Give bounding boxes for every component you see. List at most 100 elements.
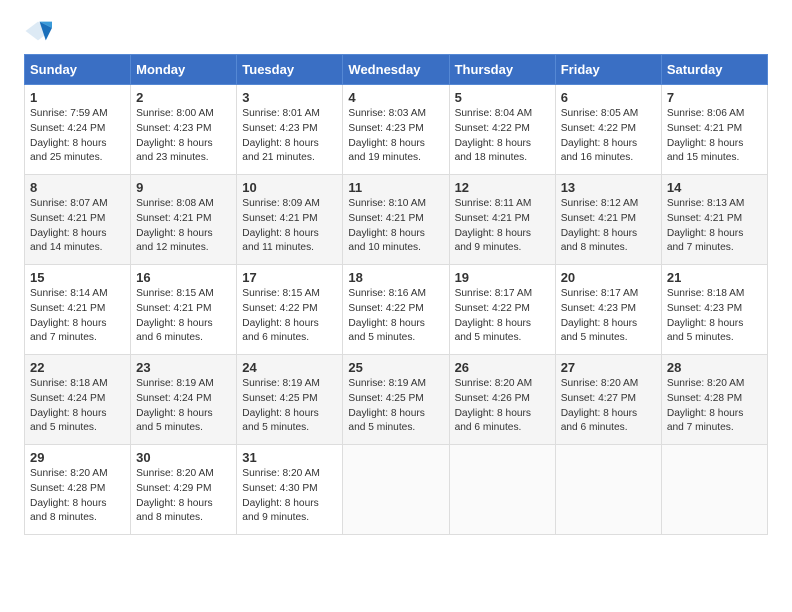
calendar-cell: 24Sunrise: 8:19 AMSunset: 4:25 PMDayligh… — [237, 355, 343, 445]
cell-info: Sunrise: 8:17 AMSunset: 4:23 PMDaylight:… — [561, 288, 639, 343]
day-number: 22 — [30, 360, 125, 375]
calendar-cell: 13 Sunrise: 8:12 AMSunset: 4:21 PMDayligh… — [555, 175, 661, 265]
day-number: 16 — [136, 270, 231, 285]
calendar-cell — [661, 445, 767, 535]
calendar-cell: 19Sunrise: 8:17 AMSunset: 4:22 PMDayligh… — [449, 265, 555, 355]
cell-info: Sunrise: 8:12 AMSunset: 4:21 PMDaylight:… — [561, 198, 639, 253]
day-number: 19 — [455, 270, 550, 285]
calendar-cell: 16 Sunrise: 8:15 AMSunset: 4:21 PMDayligh… — [131, 265, 237, 355]
calendar-header-row: SundayMondayTuesdayWednesdayThursdayFrid… — [25, 55, 768, 85]
calendar-cell: 10 Sunrise: 8:09 AMSunset: 4:21 PMDayligh… — [237, 175, 343, 265]
day-number: 4 — [348, 90, 443, 105]
day-number: 12 — [455, 180, 550, 195]
logo-icon — [24, 20, 52, 42]
day-header-wednesday: Wednesday — [343, 55, 449, 85]
day-number: 23 — [136, 360, 231, 375]
calendar-cell: 25 Sunrise: 8:19 AMSunset: 4:25 PMDayligh… — [343, 355, 449, 445]
day-number: 11 — [348, 180, 443, 195]
day-number: 31 — [242, 450, 337, 465]
cell-info: Sunrise: 8:19 AMSunset: 4:24 PMDaylight:… — [136, 378, 214, 433]
cell-info: Sunrise: 8:14 AMSunset: 4:21 PMDaylight:… — [30, 288, 108, 343]
cell-info: Sunrise: 8:20 AMSunset: 4:29 PMDaylight:… — [136, 468, 214, 523]
cell-info: Sunrise: 8:18 AMSunset: 4:24 PMDaylight:… — [30, 378, 108, 433]
day-number: 24 — [242, 360, 337, 375]
calendar-week-row: 22 Sunrise: 8:18 AMSunset: 4:24 PMDayligh… — [25, 355, 768, 445]
day-number: 3 — [242, 90, 337, 105]
day-number: 20 — [561, 270, 656, 285]
day-header-friday: Friday — [555, 55, 661, 85]
cell-info: Sunrise: 8:19 AMSunset: 4:25 PMDaylight:… — [348, 378, 426, 433]
header — [24, 20, 768, 42]
calendar-cell: 28 Sunrise: 8:20 AMSunset: 4:28 PMDayligh… — [661, 355, 767, 445]
day-header-saturday: Saturday — [661, 55, 767, 85]
calendar-cell — [343, 445, 449, 535]
cell-info: Sunrise: 8:15 AMSunset: 4:22 PMDaylight:… — [242, 288, 320, 343]
cell-info: Sunrise: 8:15 AMSunset: 4:21 PMDaylight:… — [136, 288, 214, 343]
cell-info: Sunrise: 8:11 AMSunset: 4:21 PMDaylight:… — [455, 198, 532, 253]
calendar-cell: 5 Sunrise: 8:04 AMSunset: 4:22 PMDaylight… — [449, 85, 555, 175]
cell-info: Sunrise: 8:06 AMSunset: 4:21 PMDaylight:… — [667, 108, 745, 163]
day-number: 1 — [30, 90, 125, 105]
day-number: 5 — [455, 90, 550, 105]
day-number: 10 — [242, 180, 337, 195]
logo — [24, 20, 56, 42]
day-header-tuesday: Tuesday — [237, 55, 343, 85]
calendar-cell: 23 Sunrise: 8:19 AMSunset: 4:24 PMDayligh… — [131, 355, 237, 445]
day-number: 14 — [667, 180, 762, 195]
cell-info: Sunrise: 8:20 AMSunset: 4:30 PMDaylight:… — [242, 468, 320, 523]
calendar-week-row: 29Sunrise: 8:20 AMSunset: 4:28 PMDayligh… — [25, 445, 768, 535]
calendar-cell: 21Sunrise: 8:18 AMSunset: 4:23 PMDayligh… — [661, 265, 767, 355]
calendar-cell: 26 Sunrise: 8:20 AMSunset: 4:26 PMDayligh… — [449, 355, 555, 445]
cell-info: Sunrise: 8:18 AMSunset: 4:23 PMDaylight:… — [667, 288, 745, 343]
cell-info: Sunrise: 7:59 AMSunset: 4:24 PMDaylight:… — [30, 108, 108, 163]
calendar-week-row: 15 Sunrise: 8:14 AMSunset: 4:21 PMDayligh… — [25, 265, 768, 355]
cell-info: Sunrise: 8:09 AMSunset: 4:21 PMDaylight:… — [242, 198, 320, 253]
cell-info: Sunrise: 8:03 AMSunset: 4:23 PMDaylight:… — [348, 108, 426, 163]
cell-info: Sunrise: 8:05 AMSunset: 4:22 PMDaylight:… — [561, 108, 639, 163]
calendar-cell: 30 Sunrise: 8:20 AMSunset: 4:29 PMDayligh… — [131, 445, 237, 535]
day-number: 17 — [242, 270, 337, 285]
calendar-cell: 12 Sunrise: 8:11 AMSunset: 4:21 PMDayligh… — [449, 175, 555, 265]
day-header-sunday: Sunday — [25, 55, 131, 85]
calendar-table: SundayMondayTuesdayWednesdayThursdayFrid… — [24, 54, 768, 535]
day-number: 6 — [561, 90, 656, 105]
calendar-cell: 29Sunrise: 8:20 AMSunset: 4:28 PMDayligh… — [25, 445, 131, 535]
calendar-cell: 17 Sunrise: 8:15 AMSunset: 4:22 PMDayligh… — [237, 265, 343, 355]
day-number: 7 — [667, 90, 762, 105]
calendar-cell: 15 Sunrise: 8:14 AMSunset: 4:21 PMDayligh… — [25, 265, 131, 355]
cell-info: Sunrise: 8:04 AMSunset: 4:22 PMDaylight:… — [455, 108, 533, 163]
day-number: 15 — [30, 270, 125, 285]
cell-info: Sunrise: 8:16 AMSunset: 4:22 PMDaylight:… — [348, 288, 426, 343]
cell-info: Sunrise: 8:08 AMSunset: 4:21 PMDaylight:… — [136, 198, 214, 253]
calendar-cell: 14 Sunrise: 8:13 AMSunset: 4:21 PMDayligh… — [661, 175, 767, 265]
calendar-week-row: 1 Sunrise: 7:59 AMSunset: 4:24 PMDaylight… — [25, 85, 768, 175]
day-header-monday: Monday — [131, 55, 237, 85]
day-number: 25 — [348, 360, 443, 375]
calendar-cell: 1 Sunrise: 7:59 AMSunset: 4:24 PMDaylight… — [25, 85, 131, 175]
cell-info: Sunrise: 8:07 AMSunset: 4:21 PMDaylight:… — [30, 198, 108, 253]
calendar-cell: 22 Sunrise: 8:18 AMSunset: 4:24 PMDayligh… — [25, 355, 131, 445]
day-number: 18 — [348, 270, 443, 285]
day-number: 26 — [455, 360, 550, 375]
cell-info: Sunrise: 8:20 AMSunset: 4:28 PMDaylight:… — [30, 468, 108, 523]
cell-info: Sunrise: 8:20 AMSunset: 4:28 PMDaylight:… — [667, 378, 745, 433]
cell-info: Sunrise: 8:20 AMSunset: 4:26 PMDaylight:… — [455, 378, 533, 433]
calendar-cell: 3Sunrise: 8:01 AMSunset: 4:23 PMDaylight… — [237, 85, 343, 175]
day-number: 30 — [136, 450, 231, 465]
calendar-cell: 20 Sunrise: 8:17 AMSunset: 4:23 PMDayligh… — [555, 265, 661, 355]
cell-info: Sunrise: 8:13 AMSunset: 4:21 PMDaylight:… — [667, 198, 745, 253]
cell-info: Sunrise: 8:10 AMSunset: 4:21 PMDaylight:… — [348, 198, 426, 253]
calendar-cell: 4 Sunrise: 8:03 AMSunset: 4:23 PMDaylight… — [343, 85, 449, 175]
day-header-thursday: Thursday — [449, 55, 555, 85]
calendar-cell: 31 Sunrise: 8:20 AMSunset: 4:30 PMDayligh… — [237, 445, 343, 535]
cell-info: Sunrise: 8:00 AMSunset: 4:23 PMDaylight:… — [136, 108, 214, 163]
calendar-cell — [449, 445, 555, 535]
calendar-cell: 11 Sunrise: 8:10 AMSunset: 4:21 PMDayligh… — [343, 175, 449, 265]
calendar-cell: 27Sunrise: 8:20 AMSunset: 4:27 PMDayligh… — [555, 355, 661, 445]
calendar-cell: 8Sunrise: 8:07 AMSunset: 4:21 PMDaylight… — [25, 175, 131, 265]
calendar-cell: 9Sunrise: 8:08 AMSunset: 4:21 PMDaylight… — [131, 175, 237, 265]
day-number: 28 — [667, 360, 762, 375]
calendar-cell: 18 Sunrise: 8:16 AMSunset: 4:22 PMDayligh… — [343, 265, 449, 355]
day-number: 13 — [561, 180, 656, 195]
calendar-cell: 2Sunrise: 8:00 AMSunset: 4:23 PMDaylight… — [131, 85, 237, 175]
